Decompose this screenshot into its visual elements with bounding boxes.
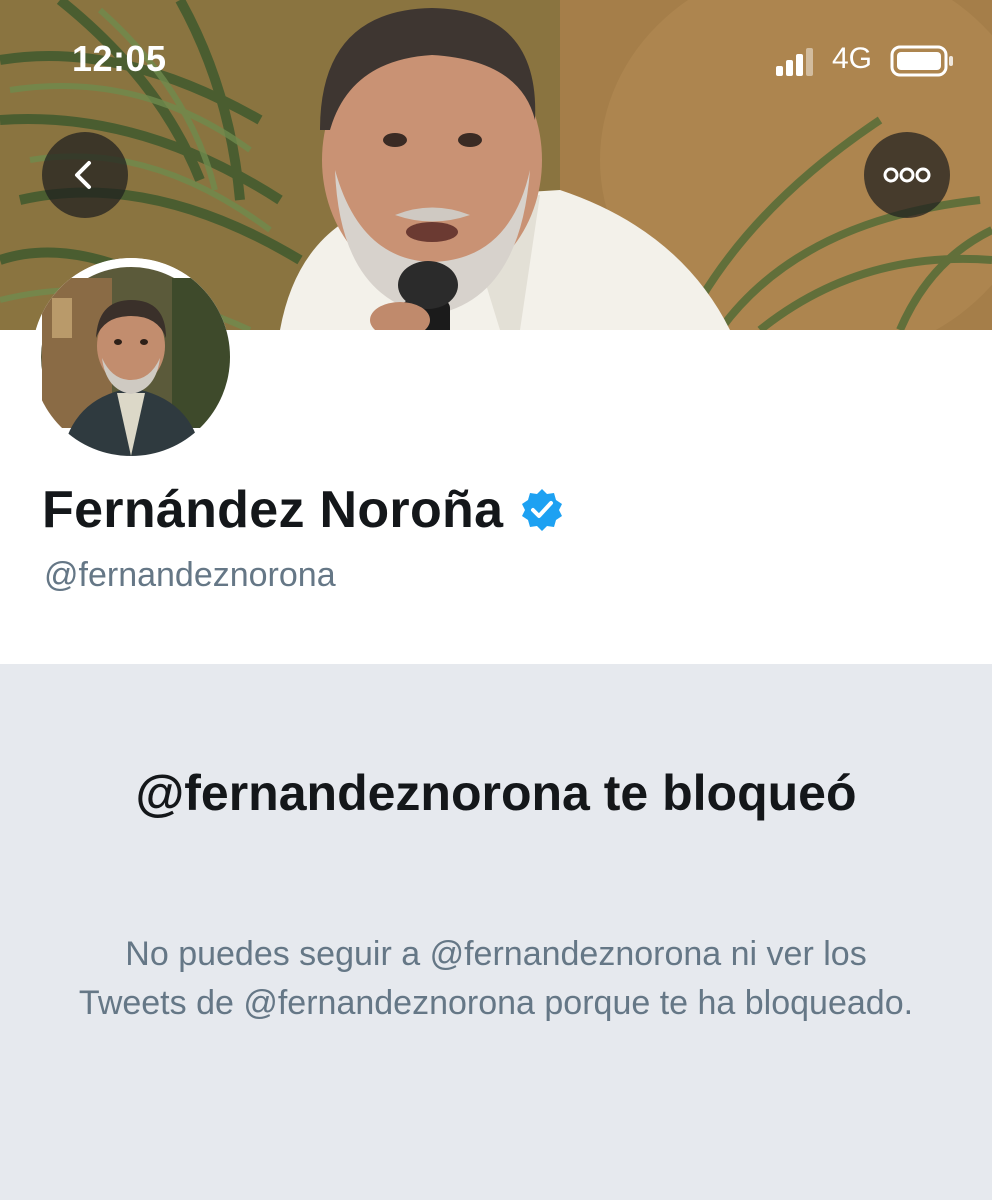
more-options-button[interactable] <box>864 132 950 218</box>
chevron-left-icon <box>75 161 91 189</box>
profile-screen: 12:05 4G Fernández Noroña @fernandeznoro… <box>0 0 992 1200</box>
display-name: Fernández Noroña <box>42 481 504 539</box>
profile-avatar[interactable] <box>32 258 230 456</box>
status-time: 12:05 <box>72 38 167 79</box>
avatar-photo <box>32 258 230 456</box>
display-name-row: Fernández Noroña <box>42 480 565 540</box>
signal-bars-icon <box>776 48 813 76</box>
status-bar: 12:05 4G <box>0 0 992 120</box>
blocked-message: No puedes seguir a @fernandeznorona ni v… <box>78 935 914 1022</box>
blocked-notice: @fernandeznorona te bloqueó No puedes se… <box>0 664 992 1200</box>
back-button[interactable] <box>42 132 128 218</box>
battery-icon <box>890 45 953 77</box>
network-type: 4G <box>832 42 873 75</box>
profile-handle: @fernandeznorona <box>44 556 336 594</box>
blocked-title: @fernandeznorona te bloqueó <box>135 765 857 821</box>
more-horizontal-icon <box>883 167 931 183</box>
verified-badge-icon[interactable] <box>519 487 565 533</box>
